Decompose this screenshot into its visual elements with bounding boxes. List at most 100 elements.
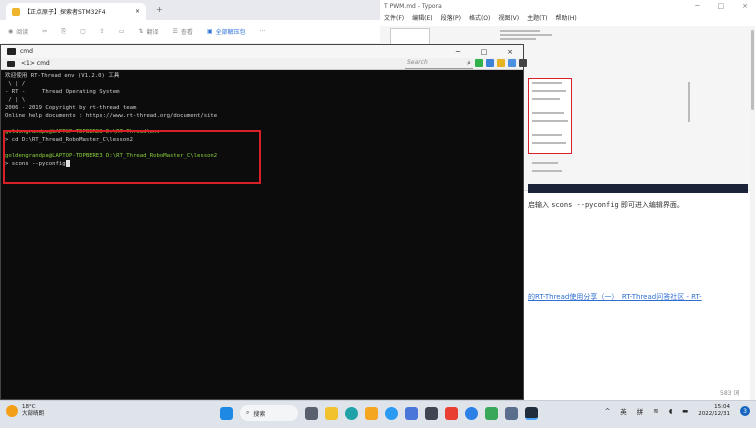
- weather-sun-icon: [6, 405, 18, 417]
- new-tab-button[interactable]: +: [156, 5, 163, 14]
- cmd-window: cmd ─ □ × <1> cmd Search ⌕ 欢迎使用 RT-Threa…: [0, 44, 527, 400]
- tab-close-button[interactable]: ×: [135, 8, 140, 15]
- cmd-toolbar-icons: [475, 59, 527, 67]
- taskbar-clock[interactable]: 15:04 2022/12/31: [698, 404, 730, 418]
- system-tray: ^ 英 拼 ≋ ◖ ▬ 15:04 2022/12/31 3: [605, 404, 750, 418]
- menu-icon[interactable]: [519, 59, 527, 67]
- terminal-line: - RT - Thread Operating System: [5, 89, 120, 95]
- wps-icon[interactable]: [445, 406, 458, 420]
- terminal-line: 欢迎使用 RT-Thread env (V1.2.0) 工具: [5, 73, 120, 79]
- weather-widget[interactable]: 18°C 大部晴朗: [6, 404, 44, 418]
- typora-close-button[interactable]: ×: [742, 2, 748, 10]
- translate-label: 翻译: [146, 29, 159, 36]
- terminal-line: 2006 - 2019 Copyright by rt-thread team: [5, 105, 137, 111]
- split-icon[interactable]: [486, 59, 494, 67]
- weather-temp: 18°C: [22, 404, 36, 410]
- paragraph-text-before: 启输入: [528, 201, 552, 209]
- cmd-close-button[interactable]: ×: [497, 45, 523, 58]
- store-icon[interactable]: [405, 406, 418, 420]
- tab-favicon-icon: [12, 7, 20, 16]
- extract-button[interactable]: ▣ 全部解压包: [207, 27, 246, 36]
- menu-file[interactable]: 文件(F): [384, 13, 404, 24]
- read-button[interactable]: ◉ 阅读: [8, 27, 28, 36]
- typora-minimize-button[interactable]: ─: [695, 2, 699, 10]
- tray-overflow-button[interactable]: ^: [605, 407, 610, 415]
- cmd-window-title: cmd: [20, 48, 33, 55]
- word-count[interactable]: 583 词: [720, 388, 739, 397]
- copy-icon[interactable]: ⎘: [61, 28, 66, 36]
- view-label: 查看: [180, 29, 193, 36]
- terminal-output[interactable]: 欢迎使用 RT-Thread env (V1.2.0) 工具 \ | / - R…: [3, 70, 521, 398]
- typora-window-controls: ─ □ ×: [695, 2, 748, 10]
- view-button[interactable]: ☰ 查看: [173, 27, 193, 36]
- screenshot-taskbar-strip: [528, 184, 748, 193]
- cut-icon[interactable]: ✂: [42, 28, 47, 35]
- file-explorer-icon[interactable]: [325, 406, 338, 420]
- chrome-icon[interactable]: [385, 406, 398, 420]
- menu-help[interactable]: 帮助(H): [556, 13, 577, 24]
- terminal-line: \ | /: [5, 81, 26, 87]
- wifi-icon[interactable]: ≋: [653, 407, 658, 415]
- volume-icon[interactable]: ◖: [669, 407, 672, 415]
- console-tab[interactable]: <1> cmd: [21, 60, 50, 67]
- tool-icon[interactable]: [485, 406, 498, 420]
- read-label: 阅读: [16, 29, 29, 36]
- more-button[interactable]: ···: [260, 28, 266, 35]
- typora-maximize-button[interactable]: □: [718, 2, 725, 10]
- search-icon[interactable]: ⌕: [467, 59, 471, 68]
- menu-paragraph[interactable]: 段落(P): [441, 13, 461, 24]
- menu-edit[interactable]: 编辑(E): [412, 13, 432, 24]
- terminal-line: Online help documents : https://www.rt-t…: [5, 113, 218, 119]
- notification-badge[interactable]: 3: [740, 406, 750, 416]
- ime-language[interactable]: 英: [620, 406, 627, 416]
- cmd-search-input[interactable]: Search: [405, 59, 473, 69]
- settings-icon[interactable]: [508, 59, 516, 67]
- cmd-app-icon: [7, 48, 16, 55]
- typora-menubar: 文件(F) 编辑(E) 段落(P) 格式(O) 视图(V) 主题(T) 帮助(H…: [380, 13, 756, 24]
- reference-link[interactable]: 的RT-Thread使用分享（一）_RT-Thread问答社区 - RT-: [528, 292, 702, 302]
- lock-icon[interactable]: [497, 59, 505, 67]
- windows-taskbar: 18°C 大部晴朗 ⌕ 搜索 ^ 英 拼 ≋ ◖ ▬ 15:04 2022/12/…: [0, 400, 756, 428]
- start-icon[interactable]: [220, 406, 233, 420]
- typora-paragraph: 启输入 scons --pyconfig 即可进入编辑界面。: [528, 200, 684, 210]
- paste-icon[interactable]: ▢: [80, 28, 86, 35]
- delete-icon[interactable]: ▭: [119, 28, 125, 35]
- cmd-maximize-button[interactable]: □: [471, 45, 497, 58]
- menu-format[interactable]: 格式(O): [469, 13, 490, 24]
- wechat-icon[interactable]: [465, 406, 478, 420]
- weather-desc: 大部晴朗: [22, 411, 45, 417]
- tab-title: 【正点原子】探索者STM32F4: [24, 9, 106, 16]
- ime-mode[interactable]: 拼: [637, 406, 644, 416]
- edge-icon[interactable]: [345, 406, 358, 420]
- typora-icon[interactable]: [425, 406, 438, 420]
- terminal-line: / | \: [5, 97, 26, 103]
- clock-time: 15:04: [714, 404, 730, 410]
- red-highlight-box: [3, 130, 261, 184]
- inline-code: scons --pyconfig: [551, 201, 619, 209]
- paragraph-text-after: 即可进入编辑界面。: [618, 201, 684, 209]
- console-tab-icon: [7, 60, 15, 67]
- task-view-icon[interactable]: [305, 406, 318, 420]
- translate-button[interactable]: ⇅ 翻译: [138, 27, 158, 36]
- taskbar-apps: ⌕ 搜索: [220, 405, 538, 421]
- folder-app-icon[interactable]: [365, 406, 378, 420]
- extract-label: 全部解压包: [215, 29, 246, 36]
- cmd-minimize-button[interactable]: ─: [445, 45, 471, 58]
- search-icon: ⌕: [246, 409, 250, 416]
- clock-date: 2022/12/31: [698, 411, 730, 417]
- cmd-window-controls: ─ □ ×: [445, 45, 523, 58]
- new-console-icon[interactable]: [475, 59, 483, 67]
- search-label: 搜索: [253, 410, 266, 418]
- browser-toolbar: ◉ 阅读 ✂ ⎘ ▢ ⇪ ▭ ⇅ 翻译 ☰ 查看 ▣ 全部解压包 ···: [0, 20, 380, 44]
- menu-view[interactable]: 视图(V): [498, 13, 519, 24]
- battery-icon[interactable]: ▬: [682, 407, 688, 415]
- menu-theme[interactable]: 主题(T): [527, 13, 547, 24]
- taskbar-search[interactable]: ⌕ 搜索: [240, 405, 298, 421]
- share-icon[interactable]: ⇪: [100, 28, 105, 35]
- browser-tab-bar: 【正点原子】探索者STM32F4 × +: [0, 0, 380, 20]
- typora-scrollbar-thumb[interactable]: [751, 30, 754, 110]
- photo-icon[interactable]: [505, 406, 518, 420]
- browser-tab[interactable]: 【正点原子】探索者STM32F4 ×: [6, 3, 146, 20]
- terminal-app-icon[interactable]: [525, 406, 538, 420]
